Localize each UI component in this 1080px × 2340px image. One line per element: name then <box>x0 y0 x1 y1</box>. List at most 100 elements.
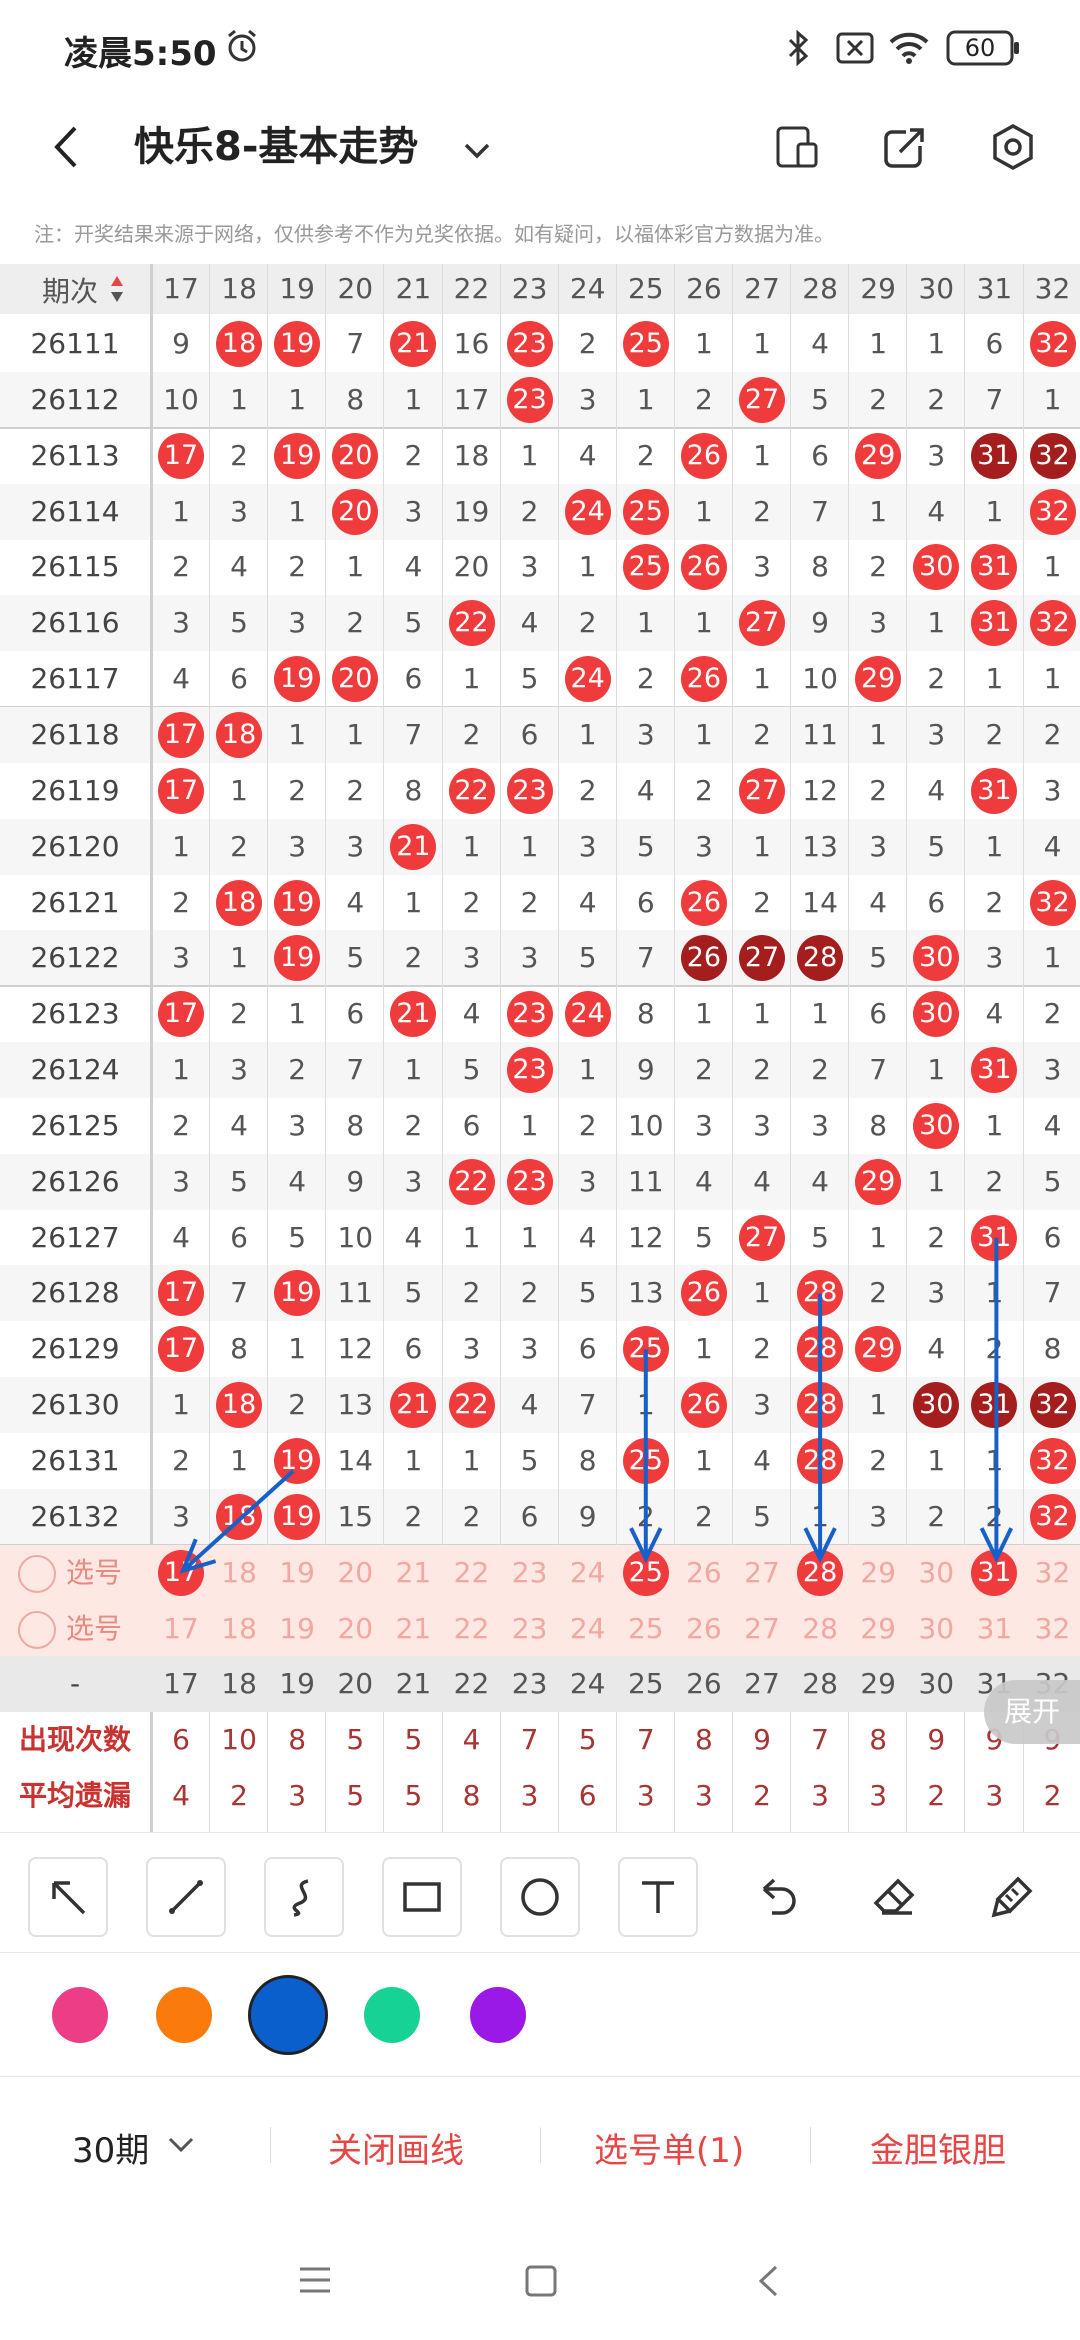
rectangle-tool-icon[interactable] <box>382 1857 462 1937</box>
clear-icon[interactable] <box>972 1857 1052 1937</box>
selected-number-ball[interactable]: 31 <box>971 1549 1018 1596</box>
line-tool-icon[interactable] <box>146 1857 226 1937</box>
select-radio-icon[interactable] <box>18 1554 56 1593</box>
selectable-number[interactable]: 31 <box>965 1601 1023 1657</box>
color-green-swatch[interactable] <box>364 1987 420 2043</box>
selection-list-button[interactable]: 选号单(1) <box>594 2123 744 2172</box>
selectable-number[interactable]: 22 <box>443 1601 501 1657</box>
selectable-number[interactable]: 26 <box>675 1601 733 1657</box>
back-button[interactable] <box>32 112 102 182</box>
selectable-number[interactable]: 27 <box>733 1545 791 1601</box>
selected-number-ball[interactable]: 28 <box>797 1549 844 1596</box>
color-purple-swatch[interactable] <box>470 1987 526 2043</box>
selectable-number[interactable]: 19 <box>268 1545 326 1601</box>
drawn-number-ball: 19 <box>274 1438 321 1484</box>
footer-column-number: 25 <box>627 1667 664 1701</box>
footer-column-number: 24 <box>569 1667 606 1701</box>
selectable-number[interactable]: 32 <box>1024 1545 1080 1601</box>
selectable-number[interactable]: 22 <box>443 1545 501 1601</box>
selectable-number[interactable]: 24 <box>559 1601 617 1657</box>
sim-off-icon <box>836 32 874 68</box>
stat-value: 3 <box>288 1779 307 1813</box>
selectable-number[interactable]: 29 <box>849 1601 907 1657</box>
trend-cell: 2 <box>985 885 1004 919</box>
home-icon[interactable] <box>524 2264 558 2302</box>
selectable-number[interactable]: 26 <box>675 1545 733 1601</box>
menu-icon[interactable] <box>298 2266 332 2298</box>
stat-value: 8 <box>462 1779 481 1813</box>
trend-cell: 2 <box>985 1164 1004 1198</box>
selectable-number[interactable]: 17 <box>152 1601 210 1657</box>
device-switch-button[interactable] <box>762 112 832 182</box>
trend-cell: 11 <box>627 1164 664 1198</box>
share-button[interactable] <box>870 112 940 182</box>
selectable-number[interactable]: 32 <box>1024 1601 1080 1657</box>
trend-cell: 4 <box>172 1220 190 1254</box>
column-header-number: 28 <box>802 272 838 305</box>
selectable-number[interactable]: 30 <box>907 1545 965 1601</box>
undo-icon[interactable] <box>736 1857 816 1937</box>
trend-cell: 2 <box>869 550 888 584</box>
selectable-number[interactable]: 29 <box>849 1545 907 1601</box>
trend-cell: 1 <box>404 1053 423 1087</box>
selectable-number[interactable]: 20 <box>326 1601 384 1657</box>
selectable-number[interactable]: 18 <box>210 1545 268 1601</box>
trend-cell: 4 <box>869 885 888 919</box>
trend-cell: 1 <box>520 1220 539 1254</box>
selectable-number[interactable]: 30 <box>907 1601 965 1657</box>
selectable-number[interactable]: 23 <box>501 1601 559 1657</box>
selectable-number[interactable]: 24 <box>559 1545 617 1601</box>
selectable-number[interactable]: 23 <box>501 1545 559 1601</box>
period-chevron-down-icon[interactable] <box>166 2135 196 2159</box>
selectable-number[interactable]: 28 <box>791 1601 849 1657</box>
select-radio-icon[interactable] <box>18 1610 56 1649</box>
color-pink-swatch[interactable] <box>52 1987 108 2043</box>
selected-number-ball[interactable]: 25 <box>622 1549 669 1596</box>
drawn-number-ball: 26 <box>680 432 727 479</box>
stat-value: 3 <box>694 1779 713 1813</box>
stat-value: 8 <box>869 1723 888 1757</box>
trend-cell: 5 <box>927 829 946 863</box>
title-dropdown-chevron-icon[interactable] <box>452 116 502 186</box>
settings-button[interactable] <box>978 112 1048 182</box>
selected-number-ball[interactable]: 17 <box>158 1549 204 1596</box>
column-header-number: 27 <box>744 272 780 305</box>
selectable-number[interactable]: 27 <box>733 1601 791 1657</box>
selectable-number[interactable]: 21 <box>384 1545 442 1601</box>
selectable-number[interactable]: 19 <box>268 1601 326 1657</box>
eraser-icon[interactable] <box>854 1857 934 1937</box>
trend-cell: 1 <box>288 997 307 1031</box>
expand-button[interactable]: 展开 <box>984 1680 1080 1744</box>
trend-cell: 3 <box>462 1332 481 1366</box>
trend-cell: 2 <box>636 662 655 696</box>
sort-icon[interactable] <box>110 274 124 308</box>
trend-cell: 2 <box>869 382 888 416</box>
trend-cell: 10 <box>802 662 838 696</box>
selectable-number[interactable]: 20 <box>326 1545 384 1601</box>
color-orange-swatch[interactable] <box>156 1987 212 2043</box>
curve-tool-icon[interactable] <box>264 1857 344 1937</box>
selectable-number[interactable]: 21 <box>384 1601 442 1657</box>
column-header-number: 19 <box>279 272 315 305</box>
issue-number: 26127 <box>30 1220 120 1254</box>
text-tool-icon[interactable] <box>618 1857 698 1937</box>
divider <box>270 2127 271 2163</box>
close-draw-button[interactable]: 关闭画线 <box>328 2123 464 2172</box>
selectable-number[interactable]: 18 <box>210 1601 268 1657</box>
stat-value: 5 <box>346 1779 365 1813</box>
trend-cell: 3 <box>172 1499 190 1533</box>
issue-number: 26125 <box>30 1108 120 1142</box>
stat-value: 6 <box>172 1723 190 1757</box>
circle-tool-icon[interactable] <box>500 1857 580 1937</box>
gold-silver-button[interactable]: 金胆银胆 <box>870 2123 1006 2172</box>
drawn-number-ball: 32 <box>1029 879 1076 926</box>
back-icon[interactable] <box>756 2264 780 2302</box>
arrow-tool-icon[interactable] <box>28 1857 108 1937</box>
trend-cell: 8 <box>230 1332 248 1366</box>
trend-cell: 2 <box>869 1276 888 1310</box>
issue-column-header[interactable]: 期次 <box>42 270 98 310</box>
color-blue-swatch-selected[interactable] <box>248 1975 328 2055</box>
selectable-number[interactable]: 25 <box>617 1601 675 1657</box>
period-selector[interactable]: 30期 <box>72 2123 149 2172</box>
drawn-number-ball: 27 <box>739 600 785 647</box>
